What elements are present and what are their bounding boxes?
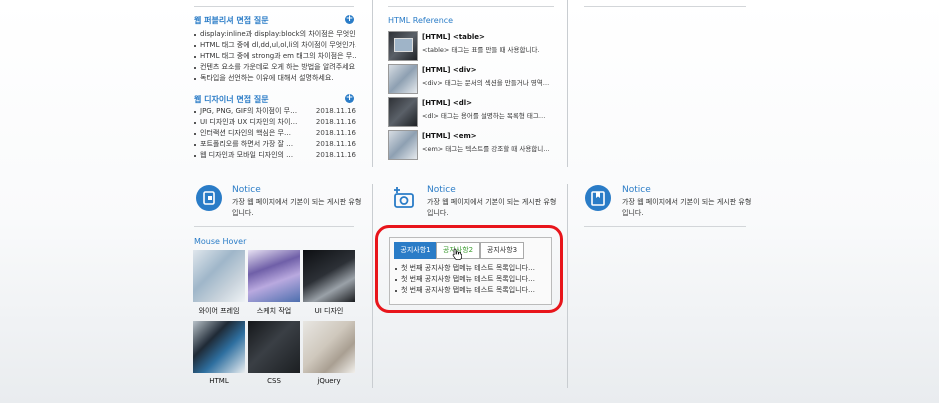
html-thumbnail xyxy=(193,321,245,373)
list-item[interactable]: UI 디자인과 UX 디자인의 차이… 2018.11.16 xyxy=(194,117,356,128)
gallery-item-css[interactable]: CSS xyxy=(248,321,300,385)
list-item-text: UI 디자인과 UX 디자인의 차이… xyxy=(200,118,298,126)
list-item-date: 2018.11.16 xyxy=(315,151,356,159)
top-rule-mid xyxy=(388,6,554,7)
gallery-caption: jQuery xyxy=(317,377,341,385)
red-highlight-annotation xyxy=(375,225,563,313)
designer-more-plus-icon[interactable]: + xyxy=(345,94,354,103)
gallery-caption: 와이어 프레임 xyxy=(198,307,240,315)
gallery-item-jquery[interactable]: jQuery xyxy=(303,321,355,385)
list-item[interactable]: HTML 태그 중에 dl,dd,ul,ol,li의 차이점이 무엇인가… xyxy=(194,40,356,51)
list-item-date: 2018.11.16 xyxy=(315,140,356,148)
list-item-date: 2018.11.16 xyxy=(315,118,356,126)
list-item-text: 포트폴리오를 하면서 가장 잘 … xyxy=(200,140,294,148)
list-item[interactable]: HTML 태그 중에 strong과 em 태그의 차이점은 무… xyxy=(194,51,356,62)
notice-title[interactable]: Notice xyxy=(232,185,261,195)
gallery-caption: HTML xyxy=(209,377,229,385)
list-item[interactable]: 인터랙션 디자인의 핵심은 무… 2018.11.16 xyxy=(194,128,356,139)
hand-cursor-icon xyxy=(452,248,463,262)
gallery-item-sketch[interactable]: 스케치 작업 xyxy=(248,250,300,316)
reference-thumbnail xyxy=(388,97,418,127)
notice-title[interactable]: Notice xyxy=(622,185,651,195)
sketch-thumbnail xyxy=(248,250,300,302)
notice-desc: 가장 웹 페이지에서 기본이 되는 게시판 유형입니다. xyxy=(622,198,752,217)
notice-rule xyxy=(194,226,354,227)
list-item[interactable]: JPG, PNG, GIF의 차이점이 무… 2018.11.16 xyxy=(194,106,356,117)
notice-desc: 가장 웹 페이지에서 기본이 되는 게시판 유형입니다. xyxy=(427,198,557,217)
list-item[interactable]: 독타입을 선언하는 이유에 대해서 설명하세요. xyxy=(194,73,356,84)
ui-design-thumbnail xyxy=(303,250,355,302)
reference-section-title[interactable]: HTML Reference xyxy=(388,16,453,25)
jquery-thumbnail xyxy=(303,321,355,373)
reference-desc: <em> 태그는 텍스트를 강조할 때 사용합니… xyxy=(422,145,550,153)
notice-rule xyxy=(584,226,746,227)
gallery-section-title: Mouse Hover xyxy=(194,237,247,246)
reference-item-div[interactable]: [HTML] <div> <div> 태그는 문서의 섹션을 만들거나 영역… xyxy=(388,64,558,94)
tablet-icon xyxy=(196,185,222,211)
reference-heading: [HTML] <em> xyxy=(422,132,477,140)
reference-desc: <dl> 태그는 용어를 설명하는 목록형 태그… xyxy=(422,112,546,120)
publisher-question-list: display:inline과 display:block의 차이점은 무엇인가… xyxy=(194,29,356,84)
notice-title[interactable]: Notice xyxy=(427,185,456,195)
column-divider-4 xyxy=(567,184,568,388)
reference-item-em[interactable]: [HTML] <em> <em> 태그는 텍스트를 강조할 때 사용합니… xyxy=(388,130,558,160)
reference-desc: <table> 태그는 표를 만들 때 사용합니다. xyxy=(422,46,540,54)
reference-item-table[interactable]: [HTML] <table> <table> 태그는 표를 만들 때 사용합니다… xyxy=(388,31,558,61)
column-divider-3 xyxy=(372,184,373,388)
bookmark-book-icon xyxy=(585,185,611,211)
wireframe-thumbnail xyxy=(193,250,245,302)
column-divider-2 xyxy=(567,0,568,167)
column-divider-1 xyxy=(372,0,373,167)
publisher-more-plus-icon[interactable]: + xyxy=(345,15,354,24)
list-item-date: 2018.11.16 xyxy=(315,107,356,115)
designer-section-title[interactable]: 웹 디자이너 면접 질문 xyxy=(194,94,269,105)
list-item-text: 웹 디자인과 모바일 디자인의 … xyxy=(200,151,294,159)
top-rule-left xyxy=(194,6,354,7)
reference-thumbnail xyxy=(388,31,418,61)
camera-add-icon xyxy=(391,185,417,211)
list-item-text: 인터랙션 디자인의 핵심은 무… xyxy=(200,129,291,137)
reference-desc: <div> 태그는 문서의 섹션을 만들거나 영역… xyxy=(422,79,550,87)
gallery-caption: CSS xyxy=(267,377,281,385)
gallery-item-ui-design[interactable]: UI 디자인 xyxy=(303,250,355,316)
notice-desc: 가장 웹 페이지에서 기본이 되는 게시판 유형입니다. xyxy=(232,198,362,217)
list-item[interactable]: 포트폴리오를 하면서 가장 잘 … 2018.11.16 xyxy=(194,139,356,150)
list-item-text: JPG, PNG, GIF의 차이점이 무… xyxy=(200,107,298,115)
list-item[interactable]: display:inline과 display:block의 차이점은 무엇인가… xyxy=(194,29,356,40)
publisher-section-title[interactable]: 웹 퍼블리셔 면접 질문 xyxy=(194,15,269,26)
reference-thumbnail xyxy=(388,64,418,94)
reference-heading: [HTML] <dl> xyxy=(422,99,473,107)
top-rule-right xyxy=(584,6,746,7)
reference-thumbnail xyxy=(388,130,418,160)
reference-heading: [HTML] <div> xyxy=(422,66,477,74)
list-item-date: 2018.11.16 xyxy=(315,129,356,137)
gallery-item-html[interactable]: HTML xyxy=(193,321,245,385)
gallery-item-wireframe[interactable]: 와이어 프레임 xyxy=(193,250,245,316)
gallery-caption: 스케치 작업 xyxy=(256,307,292,315)
gallery-caption: UI 디자인 xyxy=(314,307,344,315)
list-item[interactable]: 웹 디자인과 모바일 디자인의 … 2018.11.16 xyxy=(194,150,356,161)
designer-question-list: JPG, PNG, GIF의 차이점이 무… 2018.11.16 UI 디자인과… xyxy=(194,106,356,161)
list-item[interactable]: 컨텐츠 요소를 가운데로 오게 하는 방법을 알려주세요! xyxy=(194,62,356,73)
css-thumbnail xyxy=(248,321,300,373)
reference-item-dl[interactable]: [HTML] <dl> <dl> 태그는 용어를 설명하는 목록형 태그… xyxy=(388,97,558,127)
reference-heading: [HTML] <table> xyxy=(422,33,485,41)
